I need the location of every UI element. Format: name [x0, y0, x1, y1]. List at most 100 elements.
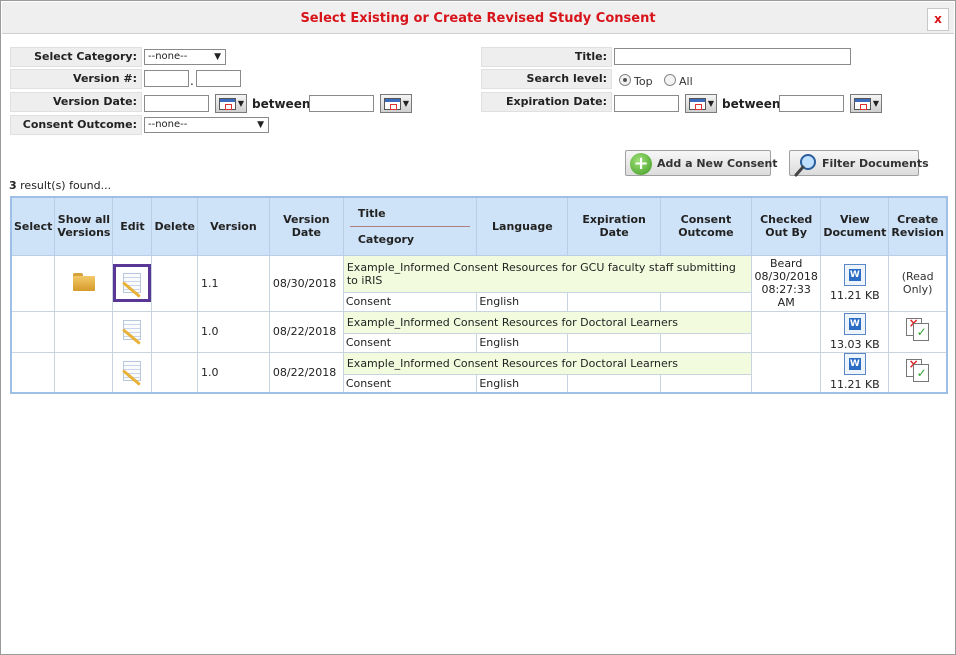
- expiration-to-calendar-button[interactable]: ▼: [850, 94, 882, 113]
- title-cell: Example_Informed Consent Resources for D…: [342, 351, 753, 375]
- close-icon[interactable]: x: [934, 12, 942, 26]
- search-level-all-radio[interactable]: [664, 74, 676, 86]
- col-edit: Edit: [112, 196, 153, 256]
- chevron-down-icon: ▼: [214, 52, 221, 62]
- version-date-to-calendar-button[interactable]: ▼: [380, 94, 412, 113]
- view-document-cell[interactable]: 11.21 KB: [820, 254, 890, 312]
- show-all-versions-cell: [54, 351, 114, 394]
- results-count-suffix: result(s) found...: [16, 179, 112, 192]
- outcome-select-value: --none--: [148, 119, 188, 130]
- version-date-to-input[interactable]: [309, 95, 374, 112]
- search-level-top-radio[interactable]: [619, 74, 631, 86]
- word-document-icon[interactable]: [843, 312, 866, 335]
- consent-table: Select Show all Versions Edit Delete Ver…: [10, 196, 948, 394]
- view-document-cell[interactable]: 13.03 KB: [820, 310, 890, 353]
- close-button[interactable]: x: [927, 8, 949, 31]
- expiration-to-input[interactable]: [779, 95, 844, 112]
- col-select: Select: [10, 196, 56, 256]
- plus-icon: +: [630, 153, 652, 175]
- create-revision-icon[interactable]: [905, 357, 930, 383]
- version-date-from-input[interactable]: [144, 95, 209, 112]
- col-language: Language: [476, 196, 569, 256]
- expiration-cell: [567, 291, 661, 312]
- col-expiration-date: Expiration Date: [567, 196, 661, 256]
- consent-dialog: Select Existing or Create Revised Study …: [0, 0, 956, 655]
- search-level-top-label: Top: [634, 75, 653, 88]
- dialog-titlebar: Select Existing or Create Revised Study …: [2, 2, 954, 34]
- select-cell[interactable]: [10, 254, 56, 312]
- results-count: 3 result(s) found...: [9, 179, 111, 192]
- version-date-cell: 08/22/2018: [268, 310, 344, 353]
- delete-cell: [151, 310, 198, 353]
- add-new-consent-button[interactable]: + Add a New Consent: [625, 150, 778, 176]
- version-date-from-calendar-button[interactable]: ▼: [215, 94, 247, 113]
- version-minor-input[interactable]: [196, 70, 241, 87]
- checked-out-cell: [751, 310, 822, 353]
- version-label: Version #:: [10, 69, 142, 89]
- chevron-down-icon: ▼: [707, 99, 714, 108]
- show-all-versions-cell[interactable]: [54, 254, 114, 312]
- select-cell[interactable]: [10, 351, 56, 394]
- select-cell[interactable]: [10, 310, 56, 353]
- filter-documents-button[interactable]: Filter Documents: [789, 150, 929, 177]
- version-major-input[interactable]: [144, 70, 189, 87]
- language-cell: English: [476, 291, 569, 312]
- outcome-cell: [659, 291, 753, 312]
- create-revision-icon[interactable]: [905, 316, 930, 342]
- edit-highlight-box[interactable]: [113, 264, 152, 302]
- edit-icon[interactable]: [120, 271, 144, 298]
- version-date-cell: 08/30/2018: [268, 254, 344, 312]
- create-revision-cell: (Read Only): [888, 254, 948, 312]
- search-level-label: Search level:: [481, 69, 612, 89]
- view-document-cell[interactable]: 11.21 KB: [820, 351, 890, 394]
- calendar-icon: [689, 98, 706, 110]
- checked-out-cell: Beard 08/30/2018 08:27:33 AM: [751, 254, 822, 312]
- category-select-value: --none--: [148, 51, 188, 62]
- create-revision-cell[interactable]: [888, 310, 948, 353]
- delete-cell: [151, 254, 198, 312]
- edit-cell[interactable]: [112, 310, 153, 353]
- col-delete: Delete: [151, 196, 198, 256]
- category-select[interactable]: --none-- ▼: [144, 49, 226, 65]
- version-date-label: Version Date:: [10, 92, 142, 112]
- document-size: 13.03 KB: [829, 337, 880, 351]
- version-cell: 1.0: [197, 351, 270, 394]
- table-row: 1.0 08/22/2018 Example_Informed Consent …: [10, 310, 948, 353]
- table-row: 1.1 08/30/2018 Example_Informed Consent …: [10, 254, 948, 312]
- delete-cell: [151, 351, 198, 394]
- col-version: Version: [197, 196, 270, 256]
- calendar-icon: [854, 98, 871, 110]
- category-cell: Consent: [342, 332, 478, 353]
- col-version-date: Version Date: [268, 196, 344, 256]
- outcome-label: Consent Outcome:: [10, 115, 142, 135]
- expiration-label: Expiration Date:: [481, 92, 612, 112]
- folder-icon[interactable]: [72, 272, 95, 291]
- expiration-between-label: between: [722, 97, 781, 111]
- create-revision-cell[interactable]: [888, 351, 948, 394]
- chevron-down-icon: ▼: [402, 99, 409, 108]
- checked-out-cell: [751, 351, 822, 394]
- title-input[interactable]: [614, 48, 851, 65]
- outcome-cell: [659, 373, 753, 394]
- word-document-icon[interactable]: [843, 264, 866, 286]
- add-new-consent-label: Add a New Consent: [657, 157, 778, 170]
- col-create-revision: Create Revision: [888, 196, 948, 256]
- col-title: Title: [357, 206, 386, 220]
- edit-cell[interactable]: [112, 254, 153, 312]
- expiration-from-calendar-button[interactable]: ▼: [685, 94, 717, 113]
- edit-icon[interactable]: [120, 318, 144, 345]
- expiration-cell: [567, 332, 661, 353]
- language-cell: English: [476, 332, 569, 353]
- version-date-between-label: between: [252, 97, 311, 111]
- col-title-category: Title Category: [342, 196, 478, 256]
- search-level-all-label: All: [679, 75, 693, 88]
- col-checked-out-by: Checked Out By: [751, 196, 822, 256]
- edit-cell[interactable]: [112, 351, 153, 394]
- expiration-from-input[interactable]: [614, 95, 679, 112]
- col-category: Category: [357, 232, 415, 246]
- header-divider: [349, 225, 471, 227]
- col-show-all-versions: Show all Versions: [54, 196, 114, 256]
- outcome-select[interactable]: --none-- ▼: [144, 117, 269, 133]
- edit-icon[interactable]: [120, 359, 144, 386]
- word-document-icon[interactable]: [843, 353, 866, 376]
